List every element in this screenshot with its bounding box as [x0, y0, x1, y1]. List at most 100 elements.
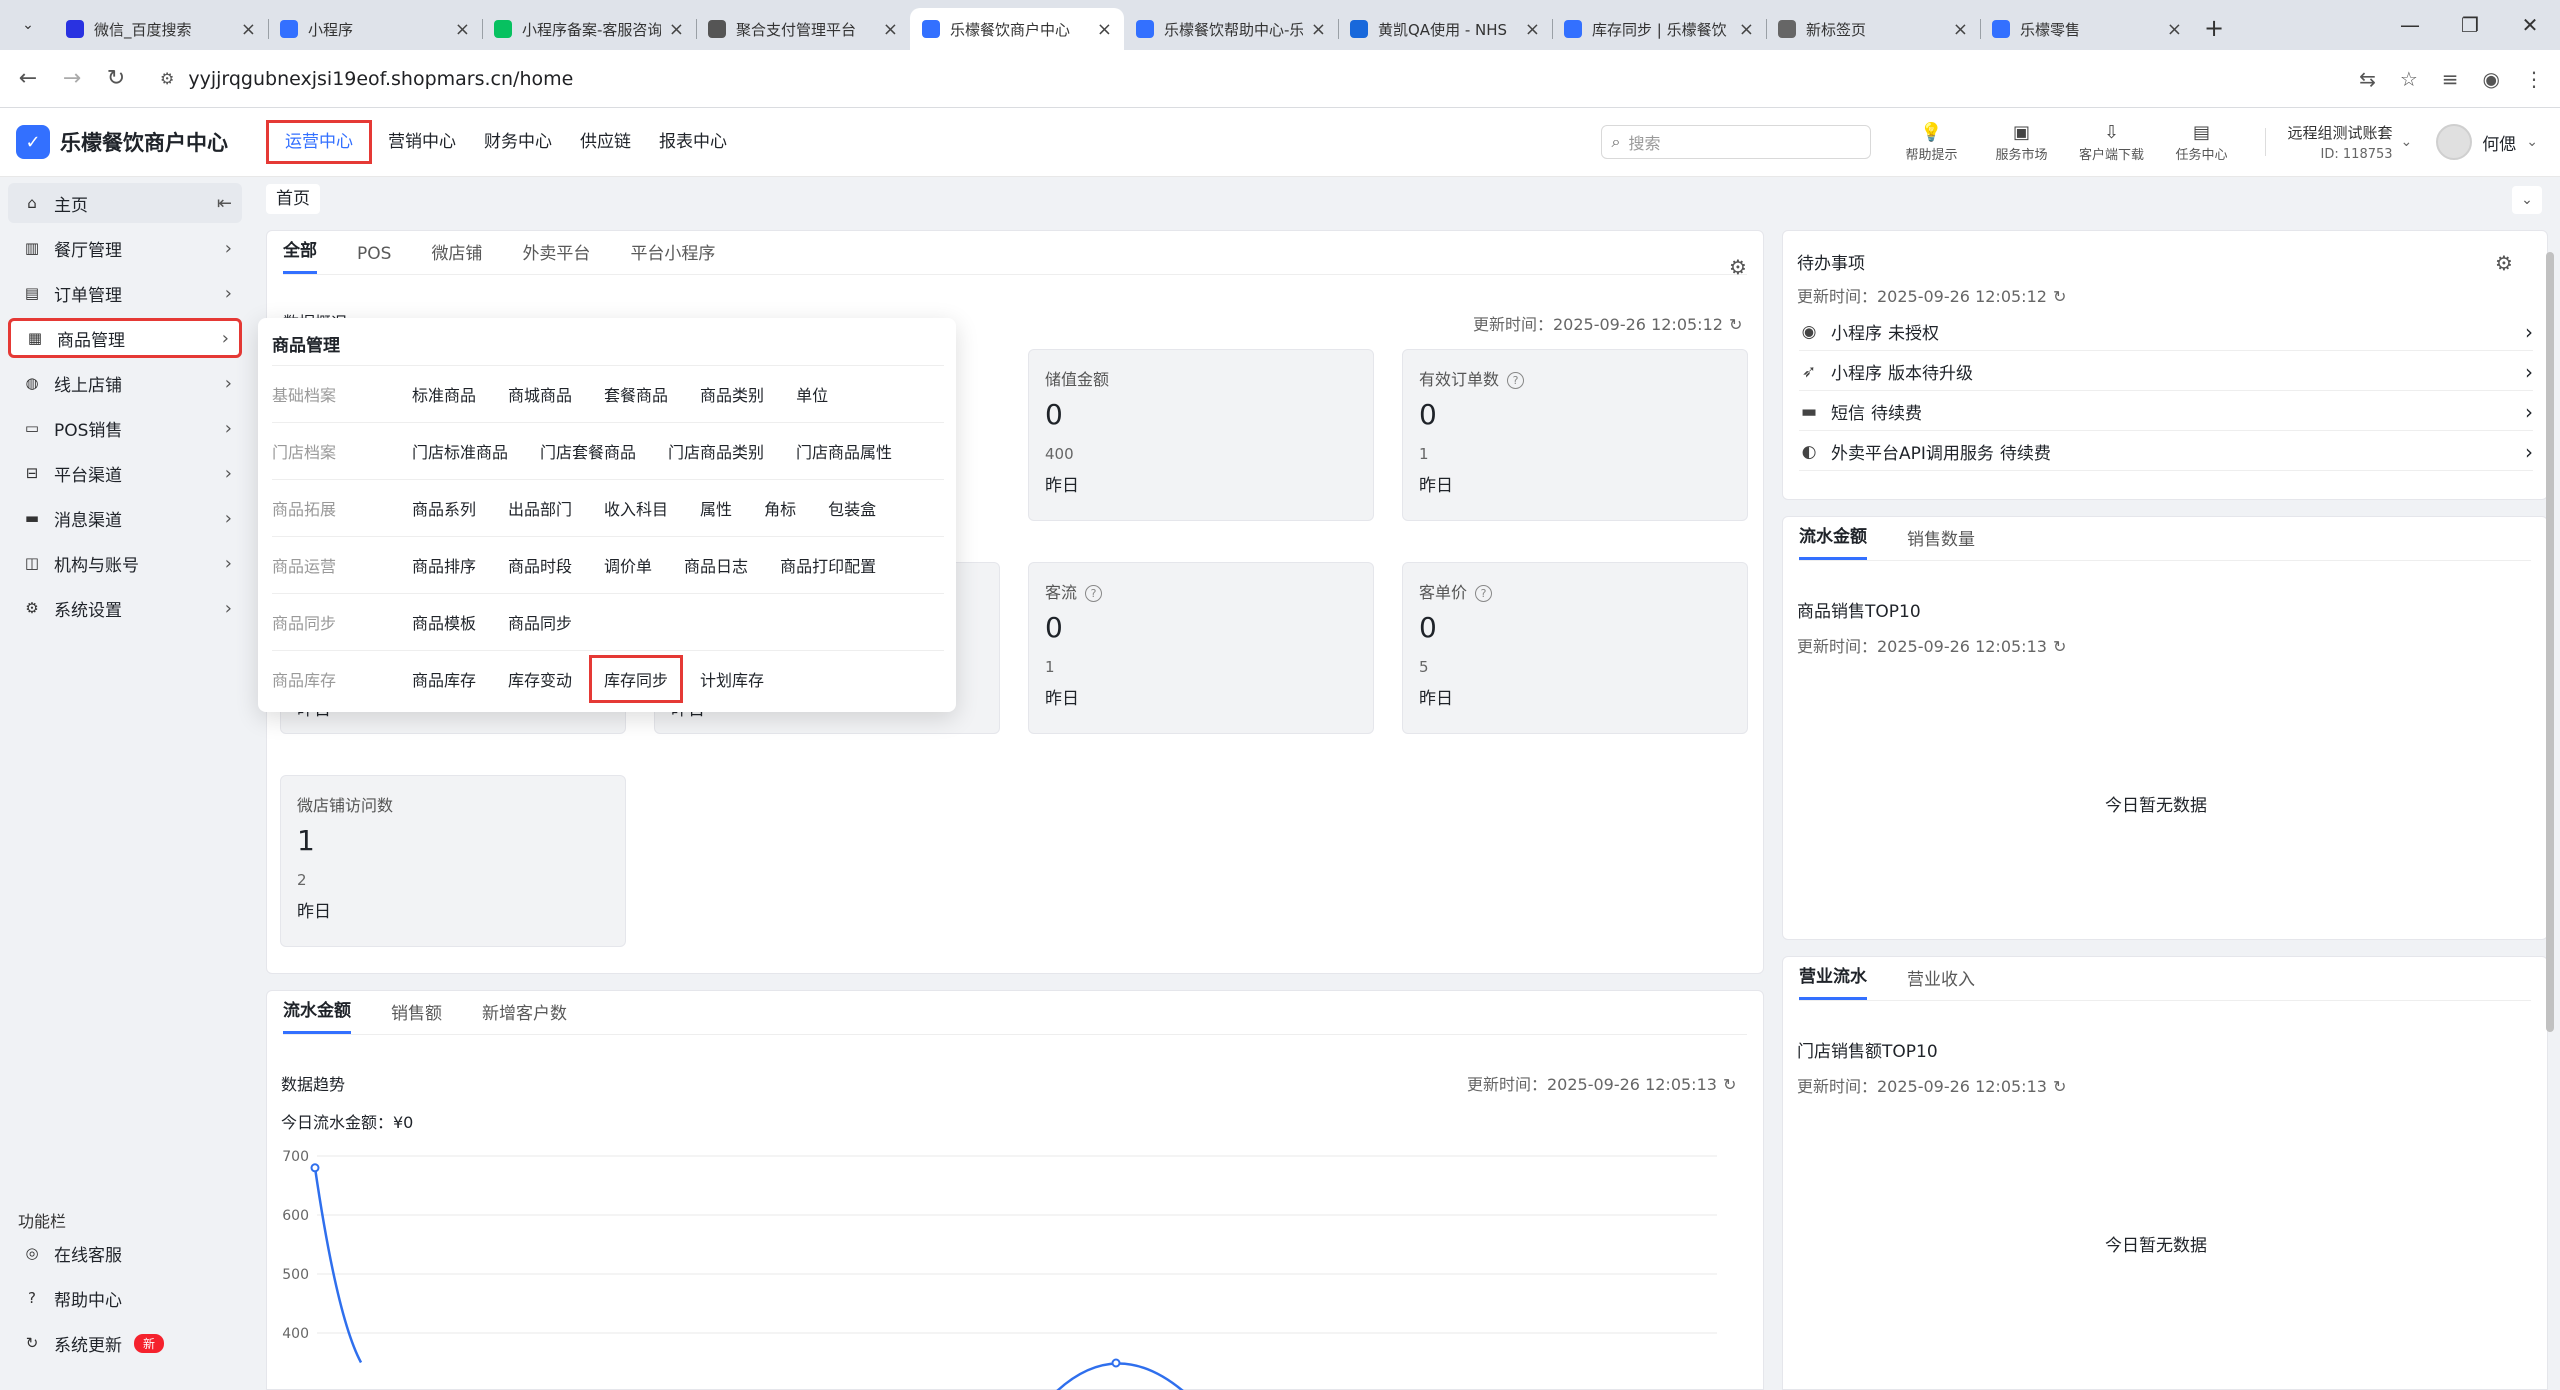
menu-link[interactable]: 商品类别	[700, 382, 764, 406]
close-tab-icon[interactable]: ×	[1739, 19, 1754, 40]
menu-link[interactable]: 属性	[700, 496, 732, 520]
menu-link[interactable]: 收入科目	[604, 496, 668, 520]
header-tool[interactable]: ▣ 服务市场	[1977, 122, 2067, 163]
page-scrollbar[interactable]	[2546, 252, 2554, 1032]
back-icon[interactable]: ←	[6, 66, 50, 91]
close-tab-icon[interactable]: ×	[669, 19, 684, 40]
header-tool[interactable]: ▤ 任务中心	[2157, 122, 2247, 163]
tab-item[interactable]: 外卖平台	[522, 239, 590, 274]
tab-item[interactable]: 流水金额	[1799, 522, 1867, 560]
url-field[interactable]: ⚙ yyjjrqgubnexjsi19eof.shopmars.cn/home	[148, 59, 2298, 99]
profile-icon[interactable]: ◉	[2483, 67, 2500, 91]
menu-link[interactable]: 商品库存	[412, 667, 476, 691]
data-point[interactable]	[1111, 1358, 1121, 1368]
breadcrumb[interactable]: 首页	[266, 184, 320, 214]
account-switcher[interactable]: 远程组测试账套 ID: 118753	[2288, 122, 2393, 162]
close-window-icon[interactable]: ✕	[2500, 13, 2560, 37]
tab-item[interactable]: 营业收入	[1907, 965, 1975, 1000]
refresh-icon[interactable]: ↻	[1729, 315, 1742, 334]
tab-item[interactable]: 销售数量	[1907, 525, 1975, 560]
close-tab-icon[interactable]: ×	[1953, 19, 1968, 40]
close-tab-icon[interactable]: ×	[241, 19, 256, 40]
menu-link[interactable]: 商品系列	[412, 496, 476, 520]
media-control-icon[interactable]: ≡	[2442, 67, 2459, 91]
todo-item[interactable]: ◉ 小程序 未授权 ›	[1799, 313, 2533, 351]
collapse-sidebar-icon[interactable]: ⇤	[217, 193, 232, 214]
tab-item[interactable]: 销售额	[391, 999, 442, 1034]
sidebar-item[interactable]: ▤ 订单管理 ›	[8, 273, 242, 313]
header-tool[interactable]: 💡 帮助提示	[1887, 122, 1977, 163]
browser-tab[interactable]: 小程序备案-客服咨询 ×	[482, 8, 696, 50]
sidebar-item-help-center[interactable]: ? 帮助中心	[8, 1278, 242, 1318]
gear-icon[interactable]: ⚙	[1729, 255, 1747, 279]
nav-item[interactable]: 财务中心	[472, 120, 564, 164]
close-tab-icon[interactable]: ×	[1525, 19, 1540, 40]
restore-icon[interactable]: ❐	[2440, 13, 2500, 37]
sidebar-item[interactable]: ◫ 机构与账号 ›	[8, 543, 242, 583]
translate-icon[interactable]: ⇆	[2359, 67, 2376, 91]
menu-link[interactable]: 计划库存	[700, 667, 764, 691]
menu-link[interactable]: 调价单	[604, 553, 652, 577]
sidebar-item[interactable]: ▥ 餐厅管理 ›	[8, 228, 242, 268]
reload-icon[interactable]: ↻	[94, 66, 138, 91]
menu-link[interactable]: 包装盒	[828, 496, 876, 520]
browser-menu-icon[interactable]: ⋮	[2524, 67, 2544, 91]
data-point[interactable]	[310, 1163, 320, 1173]
tab-item[interactable]: POS	[357, 244, 391, 274]
user-menu[interactable]: 何偲 ⌄	[2436, 124, 2538, 160]
menu-link[interactable]: 商品时段	[508, 553, 572, 577]
minimize-icon[interactable]: —	[2380, 13, 2440, 37]
tab-item[interactable]: 平台小程序	[630, 239, 715, 274]
close-tab-icon[interactable]: ×	[455, 19, 470, 40]
tab-item[interactable]: 全部	[283, 236, 317, 274]
tab-search-button[interactable]: ⌄	[8, 5, 48, 45]
browser-tab[interactable]: 聚合支付管理平台 ×	[696, 8, 910, 50]
menu-link[interactable]: 门店套餐商品	[540, 439, 636, 463]
browser-tab[interactable]: 库存同步 | 乐檬餐饮 ×	[1552, 8, 1766, 50]
browser-tab[interactable]: 新标签页 ×	[1766, 8, 1980, 50]
menu-link[interactable]: 商品同步	[508, 610, 572, 634]
sidebar-item[interactable]: ⌂ 主页 ⇤	[8, 183, 242, 223]
sidebar-item[interactable]: ▬ 消息渠道 ›	[8, 498, 242, 538]
close-tab-icon[interactable]: ×	[1097, 19, 1112, 40]
gear-icon[interactable]: ⚙	[2495, 251, 2513, 275]
close-tab-icon[interactable]: ×	[1311, 19, 1326, 40]
todo-item[interactable]: ➶ 小程序 版本待升级 ›	[1799, 353, 2533, 391]
menu-link[interactable]: 出品部门	[508, 496, 572, 520]
browser-tab[interactable]: 小程序 ×	[268, 8, 482, 50]
browser-tab[interactable]: 乐檬餐饮商户中心 ×	[910, 8, 1124, 50]
close-tab-icon[interactable]: ×	[2167, 19, 2182, 40]
help-circle-icon[interactable]: ?	[1085, 585, 1103, 602]
menu-link[interactable]: 门店商品类别	[668, 439, 764, 463]
menu-link[interactable]: 门店商品属性	[796, 439, 892, 463]
menu-link[interactable]: 商城商品	[508, 382, 572, 406]
todo-item[interactable]: ▬ 短信 待续费 ›	[1799, 393, 2533, 431]
sidebar-item[interactable]: ▦ 商品管理 ›	[8, 318, 242, 358]
refresh-icon[interactable]: ↻	[2053, 1077, 2066, 1096]
todo-item[interactable]: ◐ 外卖平台API调用服务 待续费 ›	[1799, 433, 2533, 471]
browser-tab[interactable]: 微信_百度搜索 ×	[54, 8, 268, 50]
sidebar-item[interactable]: ⚙ 系统设置 ›	[8, 588, 242, 628]
tab-item[interactable]: 新增客户数	[482, 999, 567, 1034]
nav-item[interactable]: 营销中心	[376, 120, 468, 164]
refresh-icon[interactable]: ↻	[2053, 637, 2066, 656]
sidebar-item-online-service[interactable]: ◎ 在线客服	[8, 1233, 242, 1273]
help-circle-icon[interactable]: ?	[1475, 585, 1493, 602]
browser-tab[interactable]: 黄凯QA使用 - NHS ×	[1338, 8, 1552, 50]
search-input[interactable]: ⌕ 搜索	[1600, 125, 1871, 159]
close-tab-icon[interactable]: ×	[883, 19, 898, 40]
sidebar-item-system-update[interactable]: ↻ 系统更新 新	[8, 1323, 242, 1363]
forward-icon[interactable]: →	[50, 66, 94, 91]
tab-item[interactable]: 营业流水	[1799, 962, 1867, 1000]
help-circle-icon[interactable]: ?	[1507, 372, 1525, 389]
browser-tab[interactable]: 乐檬餐饮帮助中心-乐 ×	[1124, 8, 1338, 50]
menu-link[interactable]: 套餐商品	[604, 382, 668, 406]
chevron-down-icon[interactable]: ⌄	[2512, 186, 2542, 214]
tab-item[interactable]: 流水金额	[283, 996, 351, 1034]
nav-item[interactable]: 报表中心	[647, 120, 739, 164]
menu-link[interactable]: 门店标准商品	[412, 439, 508, 463]
nav-item[interactable]: 供应链	[568, 120, 643, 164]
menu-link[interactable]: 商品日志	[684, 553, 748, 577]
menu-link[interactable]: 商品排序	[412, 553, 476, 577]
sidebar-item[interactable]: ⊟ 平台渠道 ›	[8, 453, 242, 493]
